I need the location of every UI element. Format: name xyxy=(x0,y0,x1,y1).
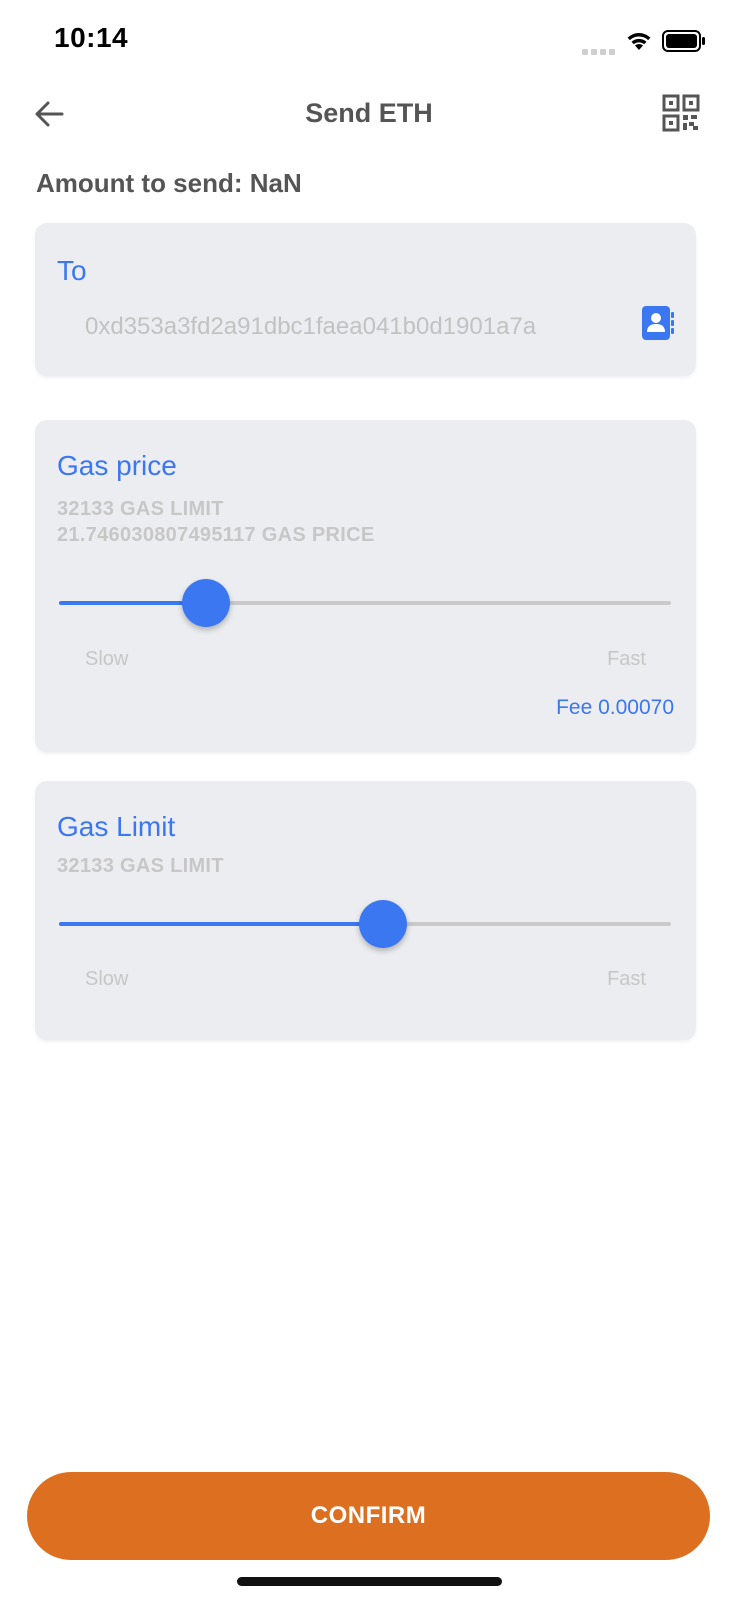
recipient-card: To xyxy=(35,223,696,376)
confirm-button[interactable]: CONFIRM xyxy=(27,1472,710,1560)
slider-thumb[interactable] xyxy=(181,579,230,627)
wifi-icon xyxy=(627,33,651,50)
gas-price-info: 21.746030807495117 GAS PRICE xyxy=(57,524,375,546)
battery-icon xyxy=(662,30,705,52)
fast-label: Fast xyxy=(607,968,646,990)
gas-limit-info: 32133 GAS LIMIT xyxy=(57,498,224,520)
qr-code-icon[interactable] xyxy=(662,94,700,132)
status-bar: 10:14 xyxy=(0,0,738,80)
status-time: 10:14 xyxy=(54,22,129,53)
recipient-address-input[interactable] xyxy=(85,307,625,347)
slow-label: Slow xyxy=(85,968,129,990)
gas-limit-card: Gas Limit 32133 GAS LIMIT Slow Fast xyxy=(35,781,696,1040)
gas-price-slider[interactable] xyxy=(59,578,671,628)
page-title: Send ETH xyxy=(305,98,433,128)
amount-to-send-label: Amount to send: NaN xyxy=(36,168,302,198)
fast-label: Fast xyxy=(607,648,646,670)
slider-thumb[interactable] xyxy=(359,900,408,948)
header: Send ETH xyxy=(0,80,738,150)
contacts-book-icon[interactable] xyxy=(641,305,675,341)
gas-price-title: Gas price xyxy=(57,450,177,481)
gas-limit-title: Gas Limit xyxy=(57,811,176,842)
gas-limit-info: 32133 GAS LIMIT xyxy=(57,855,224,877)
recipient-title: To xyxy=(57,255,87,286)
slider-fill xyxy=(59,922,384,926)
cellular-signal-icon xyxy=(582,42,618,55)
fee-label: Fee 0.00070 xyxy=(556,696,674,719)
slow-label: Slow xyxy=(85,648,129,670)
home-indicator xyxy=(237,1577,502,1586)
gas-price-card: Gas price 32133 GAS LIMIT 21.74603080749… xyxy=(35,420,696,752)
gas-limit-slider[interactable] xyxy=(59,899,671,949)
